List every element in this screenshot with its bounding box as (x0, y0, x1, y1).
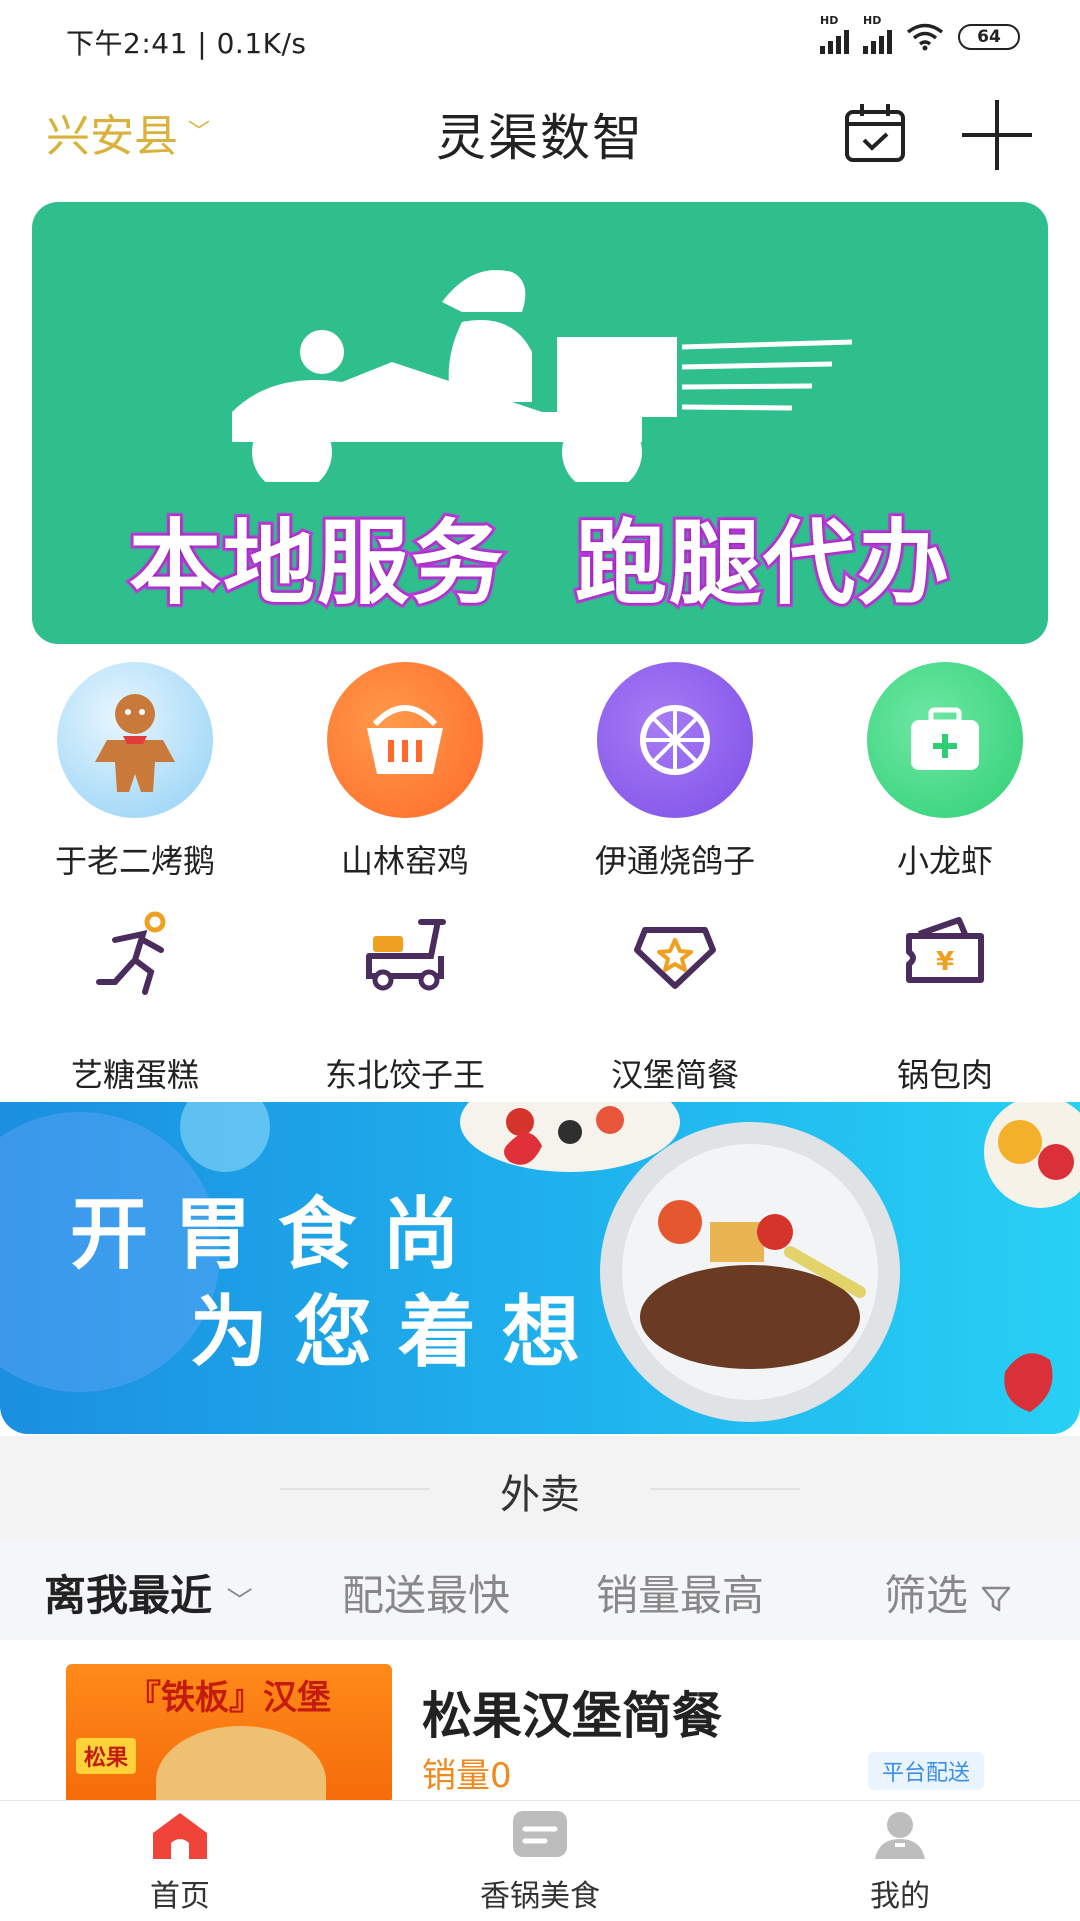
star-badge-icon (634, 927, 716, 989)
divider (650, 1488, 800, 1490)
tab-label: 我的 (870, 1879, 930, 1914)
svg-text:¥: ¥ (936, 947, 954, 977)
category-label: 伊通烧鸽子 (594, 842, 755, 880)
category-item[interactable]: ¥ 锅包肉 (810, 900, 1080, 1096)
slogan-right: 跑腿代办 (572, 507, 952, 620)
running-icon (96, 911, 166, 995)
tab-label: 首页 (150, 1879, 210, 1914)
sort-fastest[interactable]: 配送最快 (342, 1562, 510, 1623)
burger-image (156, 1726, 326, 1800)
sort-nearest[interactable]: 离我最近 ﹀ (44, 1562, 253, 1623)
tab-home[interactable]: 首页 (80, 1809, 280, 1915)
cell-signal-icon: HD (820, 14, 849, 54)
category-item[interactable]: 于老二烤鹅 (0, 662, 270, 882)
sort-bar: 离我最近 ﹀ 配送最快 销量最高 筛选 (0, 1540, 1080, 1640)
status-bar: 下午2:41 | 0.1K/s HD HD 64 (0, 0, 1080, 80)
category-label: 山林窑鸡 (340, 842, 469, 880)
page-title: 灵渠数智 (436, 109, 644, 167)
category-item[interactable]: 汉堡简餐 (540, 900, 810, 1096)
category-label: 锅包肉 (896, 1056, 993, 1094)
shop-sales: 销量0 (422, 1756, 512, 1796)
home-icon (153, 1813, 207, 1859)
status-time: 下午2:41 | 0.1K/s (66, 27, 307, 60)
wifi-icon (906, 23, 944, 51)
bottom-tab-bar: 首页 香锅美食 我的 (0, 1800, 1080, 1921)
filter-button[interactable]: 筛选 (884, 1562, 1011, 1623)
basket-icon (327, 662, 483, 818)
category-item[interactable]: 东北饺子王 (270, 900, 540, 1096)
message-icon (513, 1811, 567, 1857)
calendar-check-icon[interactable] (842, 100, 908, 166)
category-label: 东北饺子王 (324, 1056, 485, 1094)
section-title: 外卖 (500, 1472, 580, 1518)
thumb-title: 『铁板』汉堡 (127, 1678, 331, 1718)
category-item[interactable]: 艺糖蛋糕 (0, 900, 270, 1096)
tab-profile[interactable]: 我的 (800, 1809, 1000, 1915)
tab-label: 香锅美食 (480, 1879, 600, 1914)
status-icons: HD HD 64 (820, 14, 1020, 54)
food-promo-banner[interactable]: 开胃食尚 为您着想 (0, 1102, 1080, 1434)
promo-line-1: 开胃食尚 (70, 1190, 487, 1280)
scooter-icon (366, 919, 446, 991)
category-item[interactable]: 伊通烧鸽子 (540, 662, 810, 882)
sort-top-sales[interactable]: 销量最高 (596, 1562, 764, 1623)
category-label: 汉堡简餐 (610, 1056, 739, 1094)
section-header: 外卖 (0, 1436, 1080, 1540)
lemon-icon (597, 662, 753, 818)
user-icon (875, 1812, 925, 1859)
delivery-badge: 平台配送 (868, 1752, 985, 1790)
category-item[interactable]: 山林窑鸡 (270, 662, 540, 882)
category-label: 小龙虾 (896, 842, 993, 880)
add-icon[interactable] (962, 100, 1032, 170)
thumb-tag: 松果 (76, 1738, 137, 1774)
filter-icon (982, 1586, 1011, 1611)
slogan-left: 本地服务 (126, 507, 506, 620)
decor-bubble (180, 1102, 270, 1172)
battery-indicator: 64 (958, 24, 1020, 50)
shop-thumbnail: 『铁板』汉堡 松果 (66, 1664, 392, 1800)
errand-service-banner[interactable]: 本地服务 跑腿代办 (32, 202, 1048, 644)
app-header: 兴安县 ﹀ 灵渠数智 (0, 80, 1080, 190)
chevron-down-icon: ﹀ (226, 1587, 253, 1617)
delivery-rider-icon (232, 270, 853, 482)
category-item[interactable]: 小龙虾 (810, 662, 1080, 882)
tab-food[interactable]: 香锅美食 (440, 1809, 640, 1915)
banner-slogan: 本地服务 跑腿代办 (32, 489, 1048, 622)
medical-kit-icon (867, 662, 1023, 818)
gingerbread-icon (57, 662, 213, 818)
category-label: 于老二烤鹅 (54, 842, 215, 880)
wallet-yen-icon: ¥ (906, 917, 984, 983)
shop-card[interactable]: 『铁板』汉堡 松果 松果汉堡简餐 销量0 平台配送 (30, 1640, 1050, 1800)
food-plate-image (460, 1102, 1080, 1422)
cell-signal-icon: HD (863, 14, 892, 54)
shop-name: 松果汉堡简餐 (422, 1687, 722, 1745)
category-label: 艺糖蛋糕 (70, 1056, 199, 1094)
